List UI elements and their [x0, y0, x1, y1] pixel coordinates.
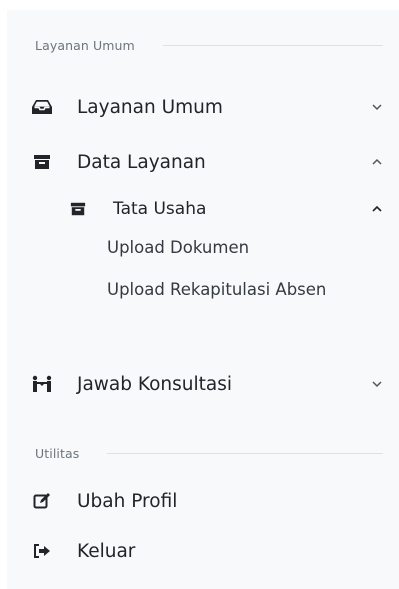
- chevron-down-icon: [369, 376, 385, 392]
- section-title: Layanan Umum: [35, 38, 135, 53]
- sidebar-subitem-tata-usaha[interactable]: Tata Usaha: [69, 199, 385, 219]
- chevron-up-icon: [369, 154, 385, 170]
- sidebar-item-keluar[interactable]: Keluar: [31, 540, 385, 562]
- sidebar-item-label: Data Layanan: [77, 151, 206, 173]
- sidebar-item-label: Layanan Umum: [77, 96, 223, 118]
- inbox-icon: [31, 96, 53, 118]
- sidebar-subitem-label: Tata Usaha: [113, 199, 207, 219]
- chevron-down-icon: [369, 99, 385, 115]
- sidebar-item-jawab-konsultasi[interactable]: Jawab Konsultasi: [31, 373, 385, 395]
- sidebar-item-label: Keluar: [77, 540, 136, 562]
- section-title: Utilitas: [35, 446, 80, 461]
- archive-icon: [31, 151, 53, 173]
- chevron-up-icon: [369, 201, 385, 217]
- sidebar-item-label: Jawab Konsultasi: [77, 373, 233, 395]
- edit-icon: [31, 490, 53, 512]
- sidebar-item-ubah-profil[interactable]: Ubah Profil: [31, 490, 385, 512]
- handshake-icon: [31, 373, 53, 395]
- section-divider: [107, 453, 383, 454]
- section-divider: [162, 45, 383, 46]
- section-header-utilitas: Utilitas: [35, 446, 383, 461]
- sidebar-link-upload-dokumen[interactable]: Upload Dokumen: [107, 234, 367, 261]
- sidebar-item-layanan-umum[interactable]: Layanan Umum: [31, 96, 385, 118]
- archive-icon: [69, 201, 87, 217]
- sidebar-item-label: Ubah Profil: [77, 490, 178, 512]
- section-header-layanan-umum: Layanan Umum: [35, 38, 383, 53]
- sign-out-icon: [31, 540, 53, 562]
- sidebar: Layanan Umum Layanan Umum Data Layanan T…: [7, 10, 399, 589]
- sidebar-item-data-layanan[interactable]: Data Layanan: [31, 151, 385, 173]
- sidebar-link-upload-rekapitulasi-absen[interactable]: Upload Rekapitulasi Absen: [107, 276, 347, 303]
